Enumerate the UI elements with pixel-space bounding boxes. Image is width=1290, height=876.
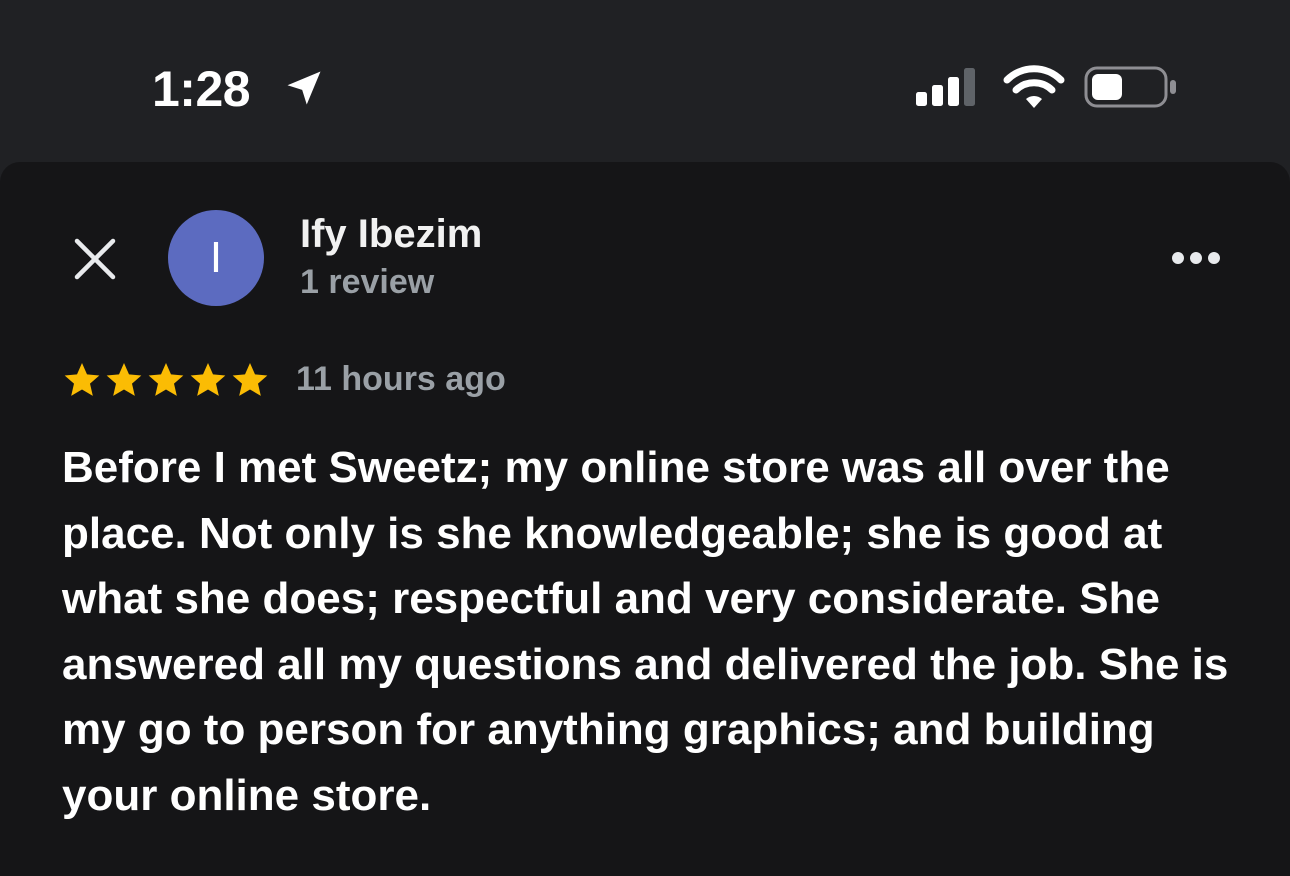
battery-icon (1084, 66, 1176, 108)
wifi-icon (1003, 65, 1065, 108)
star-icon (232, 363, 268, 396)
status-bar: 1:28 (0, 0, 1290, 160)
review-text: Before I met Sweetz; my online store was… (62, 443, 1229, 820)
review-time-ago: 11 hours ago (296, 360, 506, 398)
avatar-initial: I (209, 233, 223, 282)
location-arrow-icon (287, 71, 321, 105)
star-icon (190, 363, 226, 396)
cellular-signal-icon (916, 68, 975, 106)
more-options-icon[interactable] (1166, 240, 1226, 276)
status-time: 1:28 (152, 61, 251, 117)
star-icon (106, 363, 142, 396)
star-icon (64, 363, 100, 396)
reviewer-name[interactable]: Ify Ibezim (300, 212, 482, 257)
star-rating (62, 360, 270, 400)
star-icon (148, 363, 184, 396)
close-icon[interactable] (72, 236, 118, 282)
avatar[interactable]: I (168, 210, 264, 306)
review-count: 1 review (300, 263, 435, 301)
